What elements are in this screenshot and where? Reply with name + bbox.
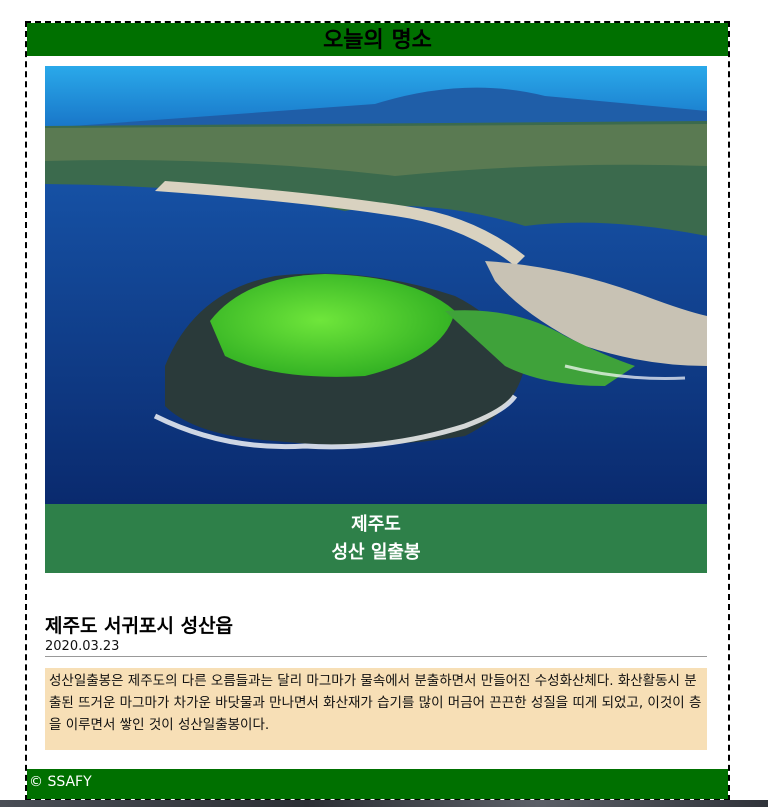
place-photo <box>45 66 707 504</box>
caption-region: 제주도 <box>351 513 401 535</box>
post-date: 2020.03.23 <box>45 639 707 657</box>
taskbar-strip <box>0 800 768 807</box>
caption-place-name: 성산 일출봉 <box>331 541 421 563</box>
photo-caption: 제주도 성산 일출봉 <box>45 504 707 573</box>
place-card: 오늘의 명소 제주도 성산 일출봉 제주도 서귀포시 성산읍 2020.03.2… <box>25 21 730 801</box>
footer-copyright: © SSAFY <box>27 769 728 799</box>
place-description: 성산일출봉은 제주도의 다른 오름들과는 달리 마그마가 물속에서 분출하면서 … <box>45 668 707 750</box>
seongsan-photo-image <box>45 66 707 504</box>
place-address: 제주도 서귀포시 성산읍 <box>45 615 234 637</box>
page-title: 오늘의 명소 <box>27 23 728 56</box>
